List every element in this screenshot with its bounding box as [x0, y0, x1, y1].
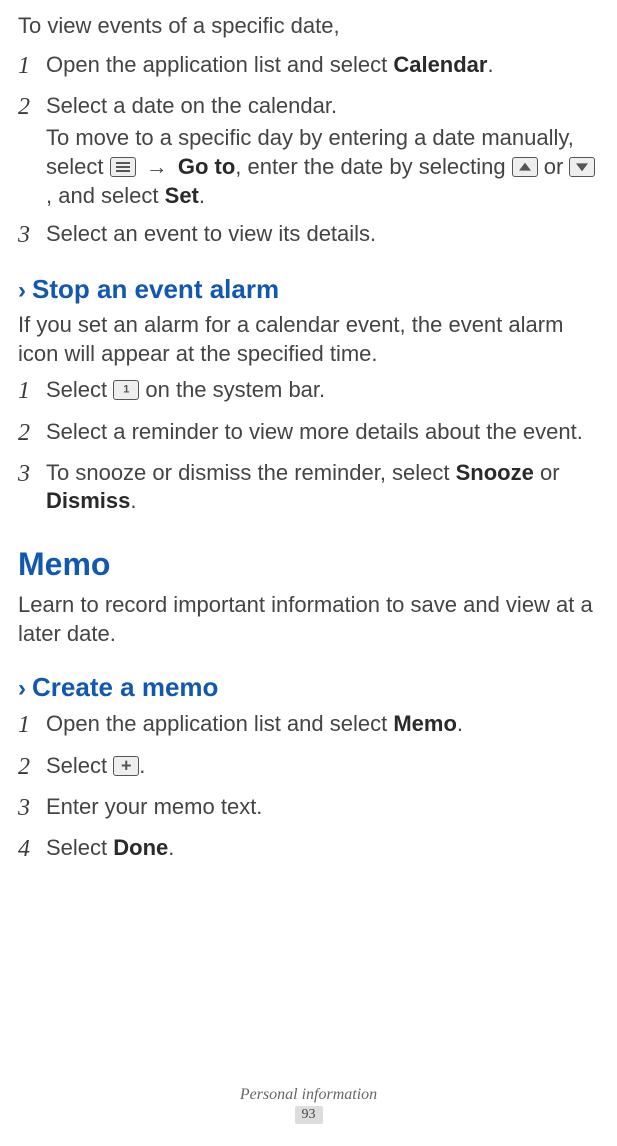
menu-icon — [110, 157, 136, 177]
step-body: Select a reminder to view more details a… — [46, 418, 599, 449]
footer-section: Personal information — [240, 1086, 377, 1103]
steps-group-a: 1Open the application list and select Ca… — [18, 51, 599, 252]
step-item: 1Select on the system bar. — [18, 376, 599, 407]
step-body: To snooze or dismiss the reminder, selec… — [46, 459, 599, 516]
footer-page-number: 93 — [295, 1106, 323, 1124]
step-number: 1 — [18, 51, 46, 82]
bold-text: Snooze — [456, 460, 534, 485]
steps-group-c: 1Open the application list and select Me… — [18, 710, 599, 865]
notification-icon — [113, 380, 139, 400]
step-item: 4Select Done. — [18, 834, 599, 865]
step-item: 2Select a date on the calendar.To move t… — [18, 92, 599, 210]
step-body: Select Done. — [46, 834, 599, 865]
step-item: 2Select . — [18, 752, 599, 783]
step-number: 4 — [18, 834, 46, 865]
chevron-right-icon: › — [18, 277, 26, 304]
plus-icon — [113, 756, 139, 776]
bold-text: Set — [165, 183, 199, 208]
step-item: 1Open the application list and select Ca… — [18, 51, 599, 82]
bold-text: Done — [113, 835, 168, 860]
bold-text: Memo — [393, 711, 457, 736]
manual-page: To view events of a specific date, 1Open… — [0, 0, 617, 1146]
step-body: Enter your memo text. — [46, 793, 599, 824]
page-footer: Personal information 93 — [0, 1086, 617, 1124]
step-body: Select on the system bar. — [46, 376, 599, 407]
step-number: 1 — [18, 376, 46, 407]
desc-stop-alarm: If you set an alarm for a calendar event… — [18, 311, 599, 368]
content-area: To view events of a specific date, 1Open… — [18, 12, 599, 865]
subheading-stop-alarm-text: Stop an event alarm — [32, 274, 279, 304]
step-number: 2 — [18, 418, 46, 449]
step-item: 3Select an event to view its details. — [18, 220, 599, 251]
desc-memo: Learn to record important information to… — [18, 591, 599, 648]
step-number: 3 — [18, 220, 46, 251]
step-item: 3Enter your memo text. — [18, 793, 599, 824]
bold-text: Calendar — [393, 52, 487, 77]
subheading-create-memo-text: Create a memo — [32, 672, 218, 702]
subheading-stop-alarm: ›Stop an event alarm — [18, 273, 599, 307]
step-body: Select . — [46, 752, 599, 783]
step-body: Select a date on the calendar.To move to… — [46, 92, 599, 210]
step-item: 1Open the application list and select Me… — [18, 710, 599, 741]
step-number: 1 — [18, 710, 46, 741]
subheading-create-memo: ›Create a memo — [18, 671, 599, 705]
step-item: 2Select a reminder to view more details … — [18, 418, 599, 449]
step-item: 3To snooze or dismiss the reminder, sele… — [18, 459, 599, 516]
arrow-up-icon — [512, 157, 538, 177]
step-body: Select an event to view its details. — [46, 220, 599, 251]
bold-text: Go to — [178, 154, 235, 179]
step-number: 3 — [18, 459, 46, 516]
chevron-right-icon: › — [18, 675, 26, 702]
step-number: 2 — [18, 752, 46, 783]
step-subtext: To move to a specific day by entering a … — [46, 124, 599, 210]
arrow-down-icon — [569, 157, 595, 177]
step-number: 3 — [18, 793, 46, 824]
bold-text: Dismiss — [46, 488, 130, 513]
arrow-right-icon: → — [146, 153, 168, 182]
heading-memo: Memo — [18, 544, 599, 586]
intro-text-a: To view events of a specific date, — [18, 12, 599, 41]
step-number: 2 — [18, 92, 46, 210]
step-body: Open the application list and select Cal… — [46, 51, 599, 82]
step-body: Open the application list and select Mem… — [46, 710, 599, 741]
steps-group-b: 1Select on the system bar.2Select a remi… — [18, 376, 599, 516]
